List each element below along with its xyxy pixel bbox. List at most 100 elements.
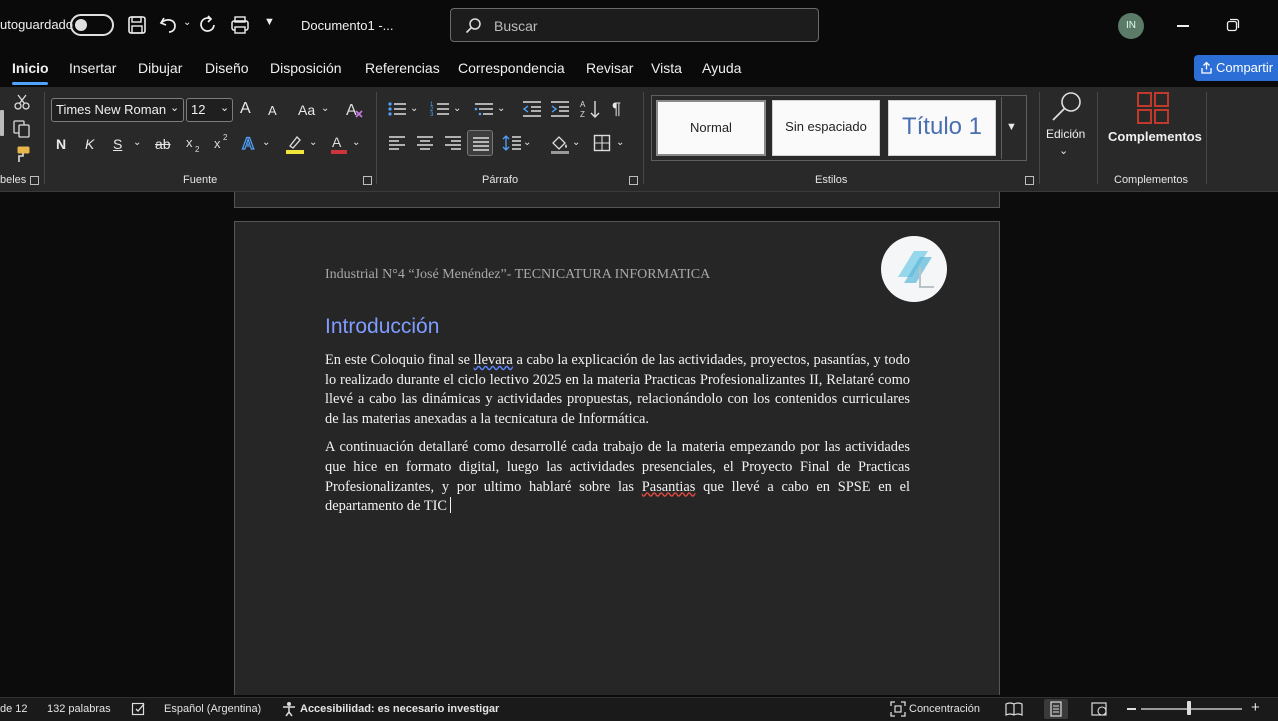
font-dialog-launcher[interactable]	[363, 176, 372, 185]
tab-inicio[interactable]: Inicio	[12, 60, 49, 76]
format-painter-icon[interactable]	[12, 145, 32, 165]
style-heading-1[interactable]: Título 1	[888, 100, 996, 156]
show-marks-icon[interactable]: ¶	[612, 99, 621, 119]
page-count[interactable]: de 12	[0, 703, 28, 715]
zoom-slider[interactable]	[1141, 708, 1242, 710]
superscript-icon[interactable]: x2	[213, 133, 231, 153]
italic-button[interactable]: K	[85, 134, 94, 154]
tab-insertar[interactable]: Insertar	[69, 60, 116, 76]
read-mode-icon[interactable]	[1005, 701, 1023, 717]
grow-font-icon[interactable]: A	[240, 99, 251, 119]
shrink-font-icon[interactable]: A	[268, 101, 277, 121]
tab-ayuda[interactable]: Ayuda	[702, 60, 741, 76]
accessibility-icon[interactable]	[281, 701, 297, 717]
share-label: Compartir	[1216, 60, 1274, 75]
chevron-down-icon[interactable]: ⌄	[497, 99, 505, 119]
tab-disposicion[interactable]: Disposición	[270, 60, 342, 76]
find-icon[interactable]	[1049, 90, 1085, 124]
focus-mode-button[interactable]: Concentración	[909, 703, 980, 715]
font-name-combo[interactable]: Times New Roman ⌄	[51, 98, 184, 122]
highlight-icon[interactable]	[284, 133, 306, 155]
chevron-down-icon[interactable]: ⌄	[453, 99, 461, 119]
word-count[interactable]: 132 palabras	[47, 703, 111, 715]
web-layout-icon[interactable]	[1091, 701, 1109, 717]
zoom-slider-thumb[interactable]	[1187, 701, 1191, 715]
tab-revisar[interactable]: Revisar	[586, 60, 633, 76]
undo-icon[interactable]	[158, 14, 180, 36]
focus-icon[interactable]	[890, 701, 906, 717]
change-case-icon[interactable]: Aa	[298, 100, 315, 120]
copy-icon[interactable]	[12, 119, 32, 139]
bullets-icon[interactable]	[387, 100, 409, 118]
addins-button[interactable]: Complementos	[1108, 129, 1202, 144]
styles-dialog-launcher[interactable]	[1025, 176, 1034, 185]
text-effects-icon[interactable]: A	[240, 133, 260, 153]
font-color-icon[interactable]: A	[329, 133, 349, 155]
tab-dibujar[interactable]: Dibujar	[138, 60, 182, 76]
document-canvas[interactable]: Industrial N°4 “José Menéndez”- TECNICAT…	[0, 192, 1278, 695]
redo-icon[interactable]	[198, 14, 220, 36]
accessibility-status[interactable]: Accesibilidad: es necesario investigar	[300, 703, 499, 715]
tab-vista[interactable]: Vista	[651, 60, 682, 76]
tab-diseno[interactable]: Diseño	[205, 60, 249, 76]
chevron-down-icon[interactable]: ⌄	[262, 133, 270, 153]
chevron-down-icon[interactable]: ⌄	[321, 99, 329, 119]
restore-icon[interactable]	[1226, 18, 1240, 32]
align-center-icon[interactable]	[416, 135, 434, 151]
multilevel-list-icon[interactable]	[474, 100, 496, 118]
minimize-icon[interactable]	[1177, 25, 1189, 27]
cut-icon[interactable]	[13, 93, 31, 111]
print-layout-button[interactable]	[1044, 699, 1068, 719]
style-normal[interactable]: Normal	[656, 100, 766, 156]
tab-correspondencia[interactable]: Correspondencia	[458, 60, 565, 76]
paste-icon[interactable]	[0, 110, 4, 136]
tab-referencias[interactable]: Referencias	[365, 60, 440, 76]
bold-button[interactable]: N	[56, 134, 66, 154]
font-size-combo[interactable]: 12 ⌄	[186, 98, 233, 122]
subscript-icon[interactable]: x2	[185, 135, 203, 155]
paragraph-dialog-launcher[interactable]	[629, 176, 638, 185]
align-right-icon[interactable]	[444, 135, 462, 151]
spelling-flagged-word[interactable]: Pasantias	[642, 479, 696, 495]
chevron-down-icon[interactable]: ⌄	[352, 133, 360, 153]
shading-icon[interactable]	[549, 133, 571, 155]
decrease-indent-icon[interactable]	[522, 100, 542, 118]
autosave-toggle[interactable]	[70, 14, 114, 36]
clear-formatting-icon[interactable]: A	[344, 99, 366, 121]
zoom-out-icon[interactable]	[1127, 708, 1136, 710]
chevron-down-icon[interactable]: ⌄	[572, 133, 580, 153]
customize-toolbar-icon[interactable]: ▼	[264, 16, 275, 28]
chevron-down-icon[interactable]: ⌄	[616, 133, 624, 153]
chevron-down-icon[interactable]: ⌄	[309, 133, 317, 153]
grammar-flagged-word[interactable]: llevara	[474, 352, 513, 368]
search-box[interactable]: Buscar	[450, 8, 819, 42]
align-left-icon[interactable]	[388, 135, 406, 151]
line-spacing-icon[interactable]	[502, 134, 522, 152]
styles-more-button[interactable]: ▼	[1001, 97, 1026, 159]
addins-icon[interactable]	[1136, 91, 1170, 125]
undo-dropdown-icon[interactable]: ⌄	[183, 17, 191, 28]
chevron-down-icon[interactable]: ⌄	[1059, 141, 1068, 161]
zoom-in-icon[interactable]: +	[1251, 699, 1260, 716]
strikethrough-button[interactable]: ab	[155, 134, 171, 154]
chevron-down-icon[interactable]: ⌄	[523, 133, 531, 153]
increase-indent-icon[interactable]	[550, 100, 570, 118]
avatar[interactable]: IN	[1118, 13, 1144, 39]
underline-button[interactable]: S	[113, 134, 122, 154]
proofing-icon[interactable]	[131, 702, 147, 717]
style-no-spacing[interactable]: Sin espaciado	[772, 100, 880, 156]
language-indicator[interactable]: Español (Argentina)	[164, 703, 261, 715]
document-page[interactable]: Industrial N°4 “José Menéndez”- TECNICAT…	[234, 221, 1000, 695]
clipboard-dialog-launcher[interactable]	[30, 176, 39, 185]
chevron-down-icon[interactable]: ⌄	[410, 99, 418, 119]
print-preview-icon[interactable]	[229, 15, 251, 35]
share-button[interactable]: Compartir	[1194, 55, 1278, 81]
chevron-down-icon[interactable]: ⌄	[133, 133, 141, 153]
justify-button[interactable]	[467, 130, 493, 156]
sort-icon[interactable]: AZ	[580, 98, 602, 120]
numbering-icon[interactable]: 123	[430, 100, 452, 118]
editing-button[interactable]: Edición	[1046, 127, 1085, 141]
save-icon[interactable]	[127, 15, 147, 35]
body-text[interactable]: En este Coloquio final se llevara a cabo…	[325, 351, 910, 526]
borders-icon[interactable]	[593, 134, 611, 152]
